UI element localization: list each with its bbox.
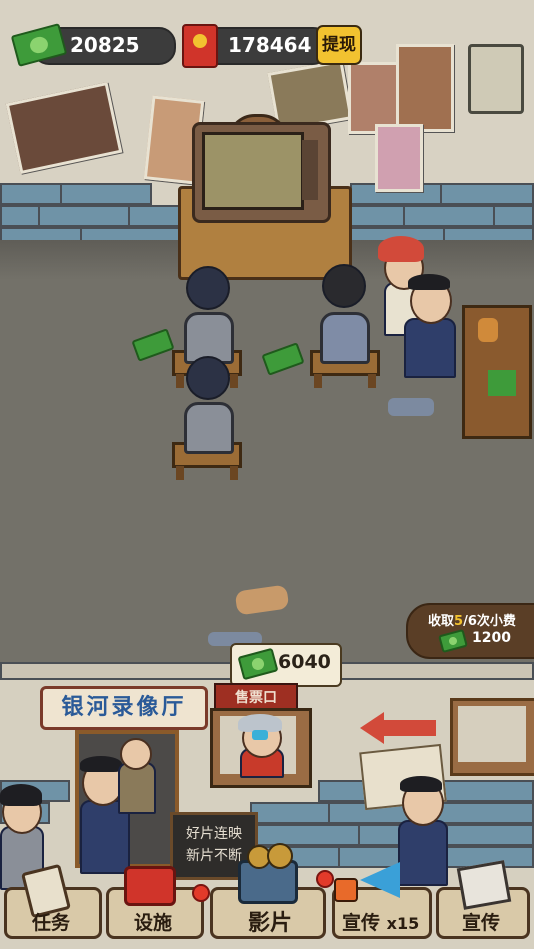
megaphone-icon bbox=[360, 862, 400, 898]
trash-cans[interactable] bbox=[388, 398, 434, 416]
arrow-left-icon bbox=[360, 712, 384, 744]
nav-films-label: 影片 bbox=[248, 911, 293, 936]
newspaper-icon bbox=[456, 860, 512, 910]
film-projector-icon bbox=[238, 843, 298, 904]
arrow-shaft bbox=[384, 720, 436, 736]
red-envelope-icon bbox=[182, 24, 218, 68]
withdraw-button[interactable]: 提现 bbox=[316, 25, 362, 65]
tip-amount: 1200 bbox=[472, 630, 511, 646]
poster bbox=[396, 44, 454, 132]
program-line-1: 好片连映 bbox=[186, 826, 242, 842]
snack-jar bbox=[478, 318, 498, 342]
nav-facilities-label: 设施 bbox=[134, 912, 173, 934]
notification-dot bbox=[192, 884, 210, 902]
nav-tasks-label: 任务 bbox=[32, 912, 71, 934]
shop-sign: 银河录像厅 bbox=[40, 686, 208, 730]
notification-dot bbox=[316, 870, 334, 888]
snack-pack bbox=[488, 370, 516, 396]
nav-promo2-label: 宣传 bbox=[462, 912, 501, 934]
poster bbox=[375, 124, 423, 192]
basket-icon bbox=[124, 866, 176, 906]
tv-screen bbox=[202, 132, 304, 210]
tip-collector-title: 收取5/6次小费 bbox=[428, 614, 516, 629]
side-window-pane bbox=[458, 706, 526, 762]
nav-promo-label: 宣传 x15 bbox=[342, 912, 420, 934]
video-ad-icon bbox=[334, 878, 358, 902]
redpacket-value: 178464 bbox=[228, 33, 312, 57]
eyepatch-icon bbox=[252, 730, 268, 740]
electric-meter bbox=[468, 44, 524, 114]
cash-value: 20825 bbox=[70, 33, 140, 57]
earnings-amount: 6040 bbox=[278, 651, 331, 673]
tv-knobs bbox=[302, 140, 318, 200]
